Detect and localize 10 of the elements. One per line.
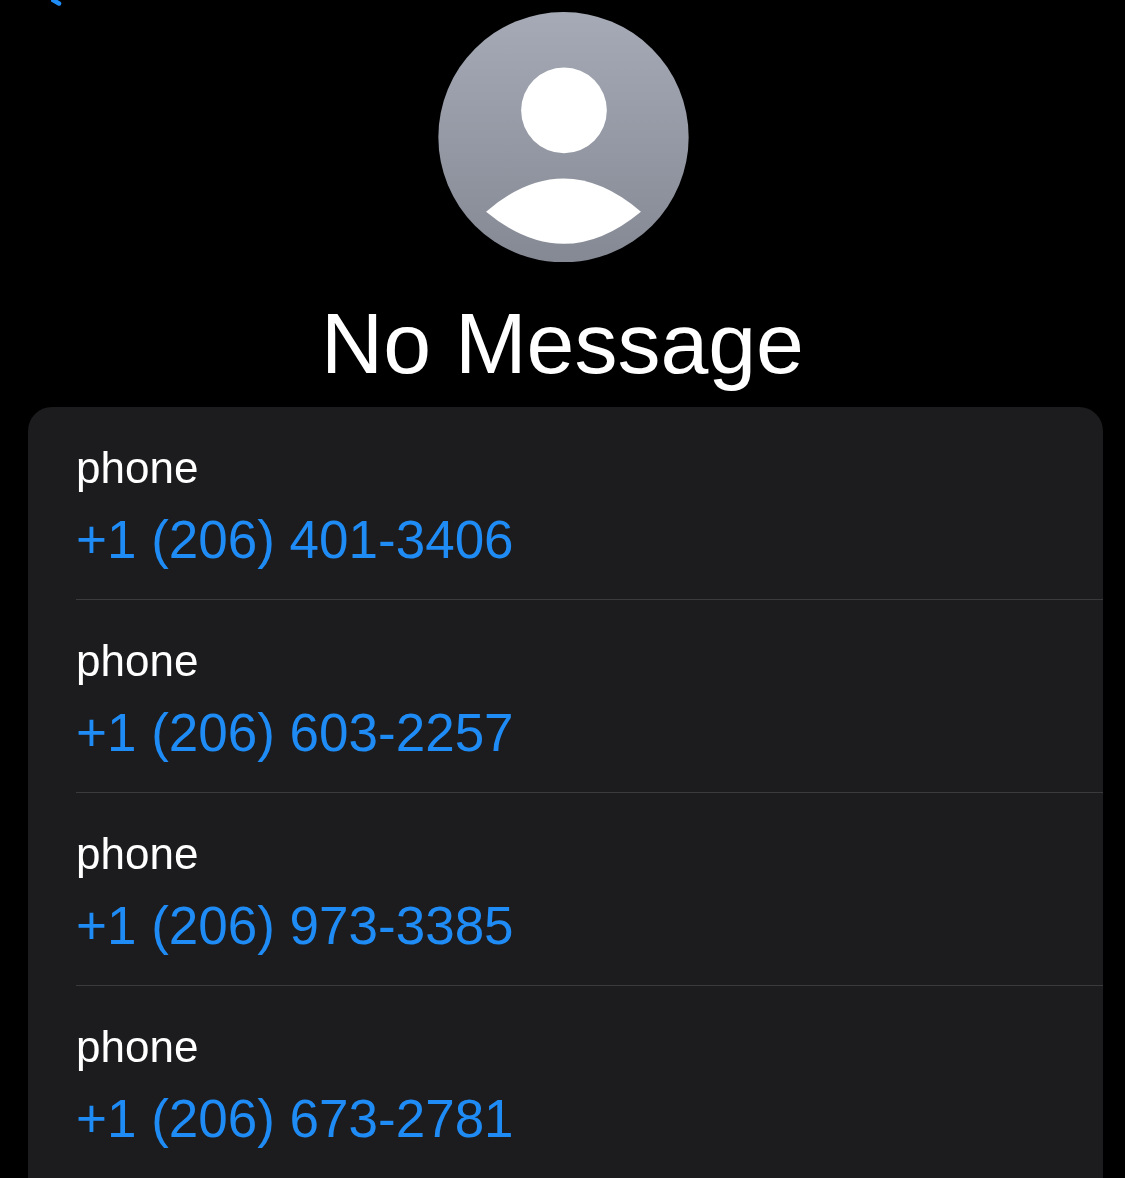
phone-number-link[interactable]: +1 (206) 673-2781 (76, 1086, 514, 1152)
back-chevron-icon[interactable] (51, 0, 63, 6)
phone-label: phone (76, 442, 199, 494)
phone-label: phone (76, 635, 199, 687)
phone-label: phone (76, 1021, 199, 1073)
phone-number-link[interactable]: +1 (206) 973-3385 (76, 893, 514, 959)
contact-name: No Message (321, 294, 804, 393)
phone-number-link[interactable]: +1 (206) 401-3406 (76, 507, 514, 573)
phone-number-link[interactable]: +1 (206) 603-2257 (76, 700, 514, 766)
phone-label: phone (76, 828, 199, 880)
